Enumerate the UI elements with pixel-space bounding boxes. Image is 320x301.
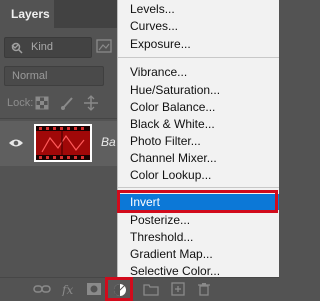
menu-item-gradient-map[interactable]: Gradient Map... bbox=[118, 246, 279, 262]
menu-item-hue-saturation[interactable]: Hue/Saturation... bbox=[118, 82, 279, 98]
menu-item-levels[interactable]: Levels... bbox=[118, 1, 279, 17]
menu-item-black-white[interactable]: Black & White... bbox=[118, 116, 279, 132]
menu-item-vibrance[interactable]: Vibrance... bbox=[118, 64, 279, 80]
blend-mode-label: Normal bbox=[12, 70, 48, 82]
eye-icon[interactable] bbox=[8, 137, 24, 149]
layer-thumbnail bbox=[34, 124, 92, 162]
menu-item-selective-color[interactable]: Selective Color... bbox=[118, 263, 279, 279]
chevron-down-icon bbox=[11, 44, 19, 49]
menu-separator bbox=[118, 57, 279, 58]
menu-item-invert[interactable]: Invert bbox=[118, 194, 279, 210]
new-layer-icon[interactable] bbox=[170, 282, 186, 296]
menu-item-color-balance[interactable]: Color Balance... bbox=[118, 99, 279, 115]
lock-transparency-icon[interactable] bbox=[34, 95, 50, 111]
move-icon[interactable] bbox=[83, 95, 99, 111]
filter-kind-label: Kind bbox=[31, 41, 54, 53]
mask-icon[interactable] bbox=[86, 282, 102, 296]
menu-item-threshold[interactable]: Threshold... bbox=[118, 229, 279, 245]
menu-item-channel-mixer[interactable]: Channel Mixer... bbox=[118, 150, 279, 166]
blend-mode-select[interactable]: Normal bbox=[4, 66, 104, 86]
layer-name[interactable]: Ba bbox=[101, 135, 116, 149]
adjustment-layer-menu: Levels... Curves... Exposure... Vibrance… bbox=[117, 0, 279, 279]
menu-item-curves[interactable]: Curves... bbox=[118, 18, 279, 34]
filter-kind-select[interactable]: Kind bbox=[4, 37, 92, 58]
menu-separator bbox=[118, 187, 279, 188]
tab-layers[interactable]: Layers bbox=[0, 0, 54, 28]
menu-item-exposure[interactable]: Exposure... bbox=[118, 36, 279, 52]
lock-label: Lock: bbox=[7, 97, 34, 109]
film-strip-image bbox=[36, 126, 90, 160]
adjustment-layer-icon bbox=[114, 284, 126, 296]
link-icon[interactable] bbox=[33, 282, 51, 296]
menu-item-color-lookup[interactable]: Color Lookup... bbox=[118, 167, 279, 183]
menu-item-posterize[interactable]: Posterize... bbox=[118, 212, 279, 228]
menu-item-photo-filter[interactable]: Photo Filter... bbox=[118, 133, 279, 149]
fx-icon[interactable]: fx bbox=[61, 282, 77, 296]
adjustment-layer-button[interactable] bbox=[105, 277, 133, 301]
folder-icon[interactable] bbox=[143, 282, 159, 296]
image-filter-icon[interactable] bbox=[96, 39, 112, 53]
svg-text:fx: fx bbox=[61, 283, 73, 296]
trash-icon[interactable] bbox=[196, 282, 212, 296]
layers-bottom-toolbar: fx bbox=[0, 277, 279, 301]
brush-icon[interactable] bbox=[59, 95, 75, 111]
